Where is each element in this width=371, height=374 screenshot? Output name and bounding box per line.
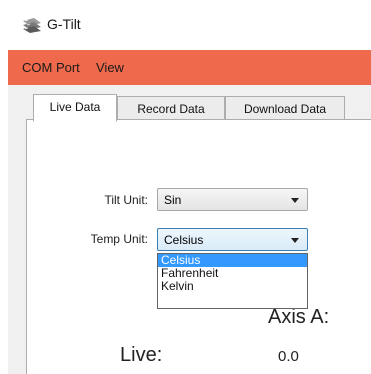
ruler-stack-icon <box>23 18 41 33</box>
tilt-unit-select[interactable]: Sin <box>157 188 308 211</box>
live-value: 0.0 <box>278 348 299 365</box>
menu-view[interactable]: View <box>96 60 124 75</box>
tab-label: Live Data <box>49 100 101 114</box>
temp-unit-dropdown: Celsius Fahrenheit Kelvin <box>157 253 308 309</box>
chevron-down-icon <box>291 198 299 203</box>
chevron-down-icon <box>291 238 299 243</box>
tilt-unit-label: Tilt Unit: <box>104 193 148 207</box>
temp-unit-value: Celsius <box>164 233 204 247</box>
menu-bar: COM Port View <box>8 50 371 85</box>
window-title: G-Tilt <box>47 16 81 32</box>
tab-label: Record Data <box>137 102 205 116</box>
temp-unit-select[interactable]: Celsius <box>157 228 308 251</box>
live-label: Live: <box>120 344 163 366</box>
tab-live-data[interactable]: Live Data <box>33 94 117 122</box>
tilt-unit-value: Sin <box>164 193 182 207</box>
dropdown-option-kelvin[interactable]: Kelvin <box>158 280 307 293</box>
temp-unit-label: Temp Unit: <box>90 232 148 246</box>
axis-a-heading: Axis A: <box>268 306 330 328</box>
tab-label: Download Data <box>243 102 327 116</box>
menu-com-port[interactable]: COM Port <box>22 60 80 75</box>
title-bar: G-Tilt <box>0 0 371 50</box>
